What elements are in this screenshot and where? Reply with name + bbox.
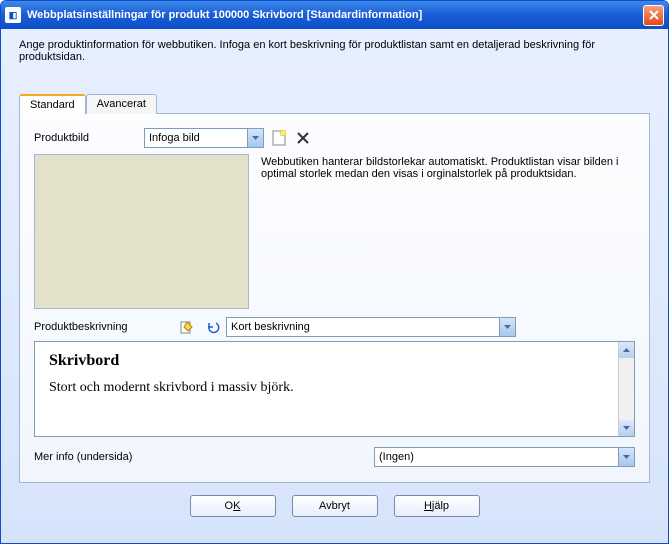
cancel-button[interactable]: Avbryt bbox=[292, 495, 378, 517]
infoga-bild-combo[interactable]: Infoga bild bbox=[144, 128, 264, 148]
button-bar: OK Avbryt Hjälp bbox=[19, 495, 650, 517]
description-editor[interactable]: Skrivbord Stort och modernt skrivbord i … bbox=[34, 341, 635, 437]
image-section: Webbutiken hanterar bildstorlekar automa… bbox=[34, 154, 635, 309]
beskrivning-combo[interactable]: Kort beskrivning bbox=[226, 317, 516, 337]
editor-heading: Skrivbord bbox=[49, 352, 620, 370]
tab-strip: Standard Avancerat bbox=[19, 94, 650, 114]
app-icon: ◧ bbox=[5, 7, 21, 23]
tab-panel-standard: Produktbild Infoga bild bbox=[19, 113, 650, 483]
chevron-down-icon bbox=[618, 448, 634, 466]
produktbild-row: Produktbild Infoga bild bbox=[34, 128, 635, 148]
tabs: Standard Avancerat Produktbild Infoga bi… bbox=[19, 93, 650, 483]
window-title: Webbplatsinställningar för produkt 10000… bbox=[27, 9, 643, 21]
beskrivning-value: Kort beskrivning bbox=[227, 321, 499, 333]
produktbeskrivning-label: Produktbeskrivning bbox=[34, 321, 174, 333]
merinfo-label: Mer info (undersida) bbox=[34, 451, 374, 463]
tab-standard[interactable]: Standard bbox=[19, 94, 86, 114]
infoga-bild-value: Infoga bild bbox=[145, 132, 247, 144]
page-icon bbox=[272, 130, 286, 146]
undo-icon bbox=[206, 320, 220, 334]
chevron-down-icon bbox=[499, 318, 515, 336]
produktbild-label: Produktbild bbox=[34, 132, 144, 144]
merinfo-value: (Ingen) bbox=[375, 451, 618, 463]
dialog-window: ◧ Webbplatsinställningar för produkt 100… bbox=[0, 0, 669, 544]
image-preview bbox=[34, 154, 249, 309]
image-hint: Webbutiken hanterar bildstorlekar automa… bbox=[261, 154, 635, 309]
content-area: Ange produktinformation för webbutiken. … bbox=[1, 29, 668, 517]
undo-button[interactable] bbox=[204, 318, 222, 336]
edit-icon bbox=[180, 320, 194, 334]
scroll-up-icon[interactable] bbox=[619, 342, 634, 358]
merinfo-combo[interactable]: (Ingen) bbox=[374, 447, 635, 467]
delete-button[interactable] bbox=[294, 129, 312, 147]
produktbeskrivning-row: Produktbeskrivning Ko bbox=[34, 317, 635, 337]
scroll-down-icon[interactable] bbox=[619, 420, 634, 436]
merinfo-row: Mer info (undersida) (Ingen) bbox=[34, 447, 635, 467]
editor-body: Stort och modernt skrivbord i massiv bjö… bbox=[49, 380, 620, 396]
edit-button[interactable] bbox=[178, 318, 196, 336]
tab-avancerat[interactable]: Avancerat bbox=[86, 94, 157, 114]
intro-text: Ange produktinformation för webbutiken. … bbox=[19, 39, 650, 63]
new-page-button[interactable] bbox=[270, 129, 288, 147]
chevron-down-icon bbox=[247, 129, 263, 147]
close-icon bbox=[649, 10, 659, 20]
delete-icon bbox=[297, 132, 309, 144]
close-button[interactable] bbox=[643, 5, 664, 26]
help-button[interactable]: Hjälp bbox=[394, 495, 480, 517]
titlebar: ◧ Webbplatsinställningar för produkt 100… bbox=[1, 1, 668, 29]
editor-scrollbar[interactable] bbox=[618, 342, 634, 436]
ok-button[interactable]: OK bbox=[190, 495, 276, 517]
